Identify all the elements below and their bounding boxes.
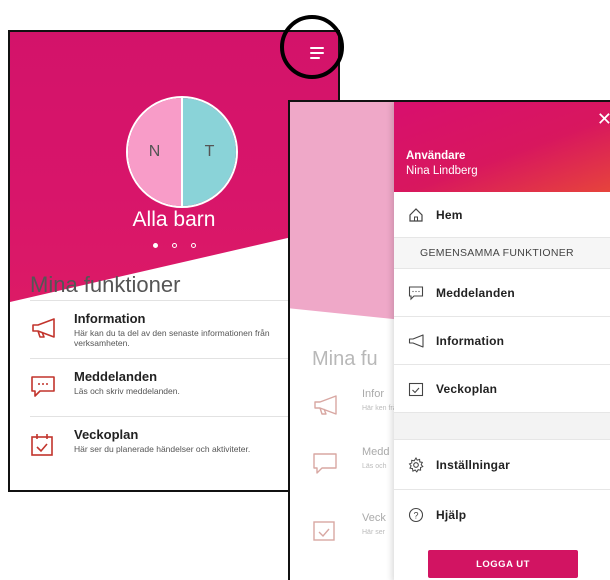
logout-button[interactable]: LOGGA UT (428, 550, 578, 578)
drawer-header: ✕ Användare Nina Lindberg (394, 102, 610, 192)
drawer-item-label: Veckoplan (436, 381, 498, 396)
list-item-messages[interactable]: Meddelanden Läs och skriv meddelanden. (30, 358, 310, 416)
help-icon: ? (408, 507, 436, 523)
user-label: Användare (406, 150, 466, 162)
section-title: Mina funktioner (30, 272, 181, 297)
list-item-weekplan[interactable]: Veckoplan Här ser du planerade händelser… (30, 416, 310, 474)
item-description: Här ser (362, 529, 385, 536)
menu-screen: Mina fu Infor Här ken från ver Medd Läs … (288, 100, 610, 580)
chat-icon (312, 452, 338, 481)
carousel-dot[interactable] (171, 243, 177, 248)
chat-icon (408, 285, 436, 301)
megaphone-icon (30, 311, 74, 344)
drawer-item-settings[interactable]: Inställningar (394, 440, 610, 490)
drawer-item-label: Hjälp (436, 508, 467, 522)
list-item-information[interactable]: Information Här kan du ta del av den sen… (30, 300, 310, 358)
item-description: Läs och skriv meddelanden. (74, 386, 180, 396)
function-list: Information Här kan du ta del av den sen… (30, 300, 310, 474)
close-icon[interactable]: ✕ (597, 110, 610, 128)
carousel-dot[interactable] (190, 243, 196, 248)
home-icon (408, 207, 436, 223)
annotation-highlight-circle (280, 15, 344, 79)
drawer-divider (394, 413, 610, 440)
side-drawer: ✕ Användare Nina Lindberg Hem GEMENSAMMA… (394, 102, 610, 580)
svg-text:?: ? (413, 511, 418, 521)
gear-icon (408, 456, 436, 473)
drawer-item-label: Inställningar (436, 457, 510, 472)
drawer-item-label: Meddelanden (436, 285, 515, 300)
calendar-check-icon (312, 518, 336, 547)
item-title: Infor (362, 388, 385, 400)
drawer-item-weekplan[interactable]: Veckoplan (394, 365, 610, 413)
item-title: Veck (362, 512, 386, 524)
drawer-item-information[interactable]: Information (394, 317, 610, 365)
drawer-item-label: Hem (436, 207, 463, 222)
carousel-dot[interactable] (152, 243, 158, 248)
item-description: Här kan du ta del av den senaste informa… (74, 328, 270, 348)
drawer-item-help[interactable]: ? Hjälp (394, 490, 610, 540)
item-title: Information (74, 311, 146, 326)
children-avatar[interactable]: N T (126, 96, 238, 208)
drawer-item-messages[interactable]: Meddelanden (394, 269, 610, 317)
user-name: Nina Lindberg (406, 165, 478, 177)
section-header: GEMENSAMMA FUNKTIONER (394, 238, 610, 269)
item-title: Meddelanden (74, 369, 158, 384)
item-description: Läs och (362, 463, 387, 470)
calendar-check-icon (408, 381, 436, 397)
item-description: Här ser du planerade händelser och aktiv… (74, 444, 251, 454)
megaphone-icon (408, 333, 436, 348)
calendar-check-icon (30, 427, 74, 462)
drawer-item-home[interactable]: Hem (394, 192, 610, 238)
megaphone-icon (312, 394, 342, 421)
item-title: Veckoplan (74, 427, 139, 442)
chat-icon (30, 369, 74, 404)
dimmed-section-title: Mina fu (312, 348, 378, 370)
item-title: Medd (362, 446, 390, 458)
drawer-item-label: Information (436, 333, 505, 348)
